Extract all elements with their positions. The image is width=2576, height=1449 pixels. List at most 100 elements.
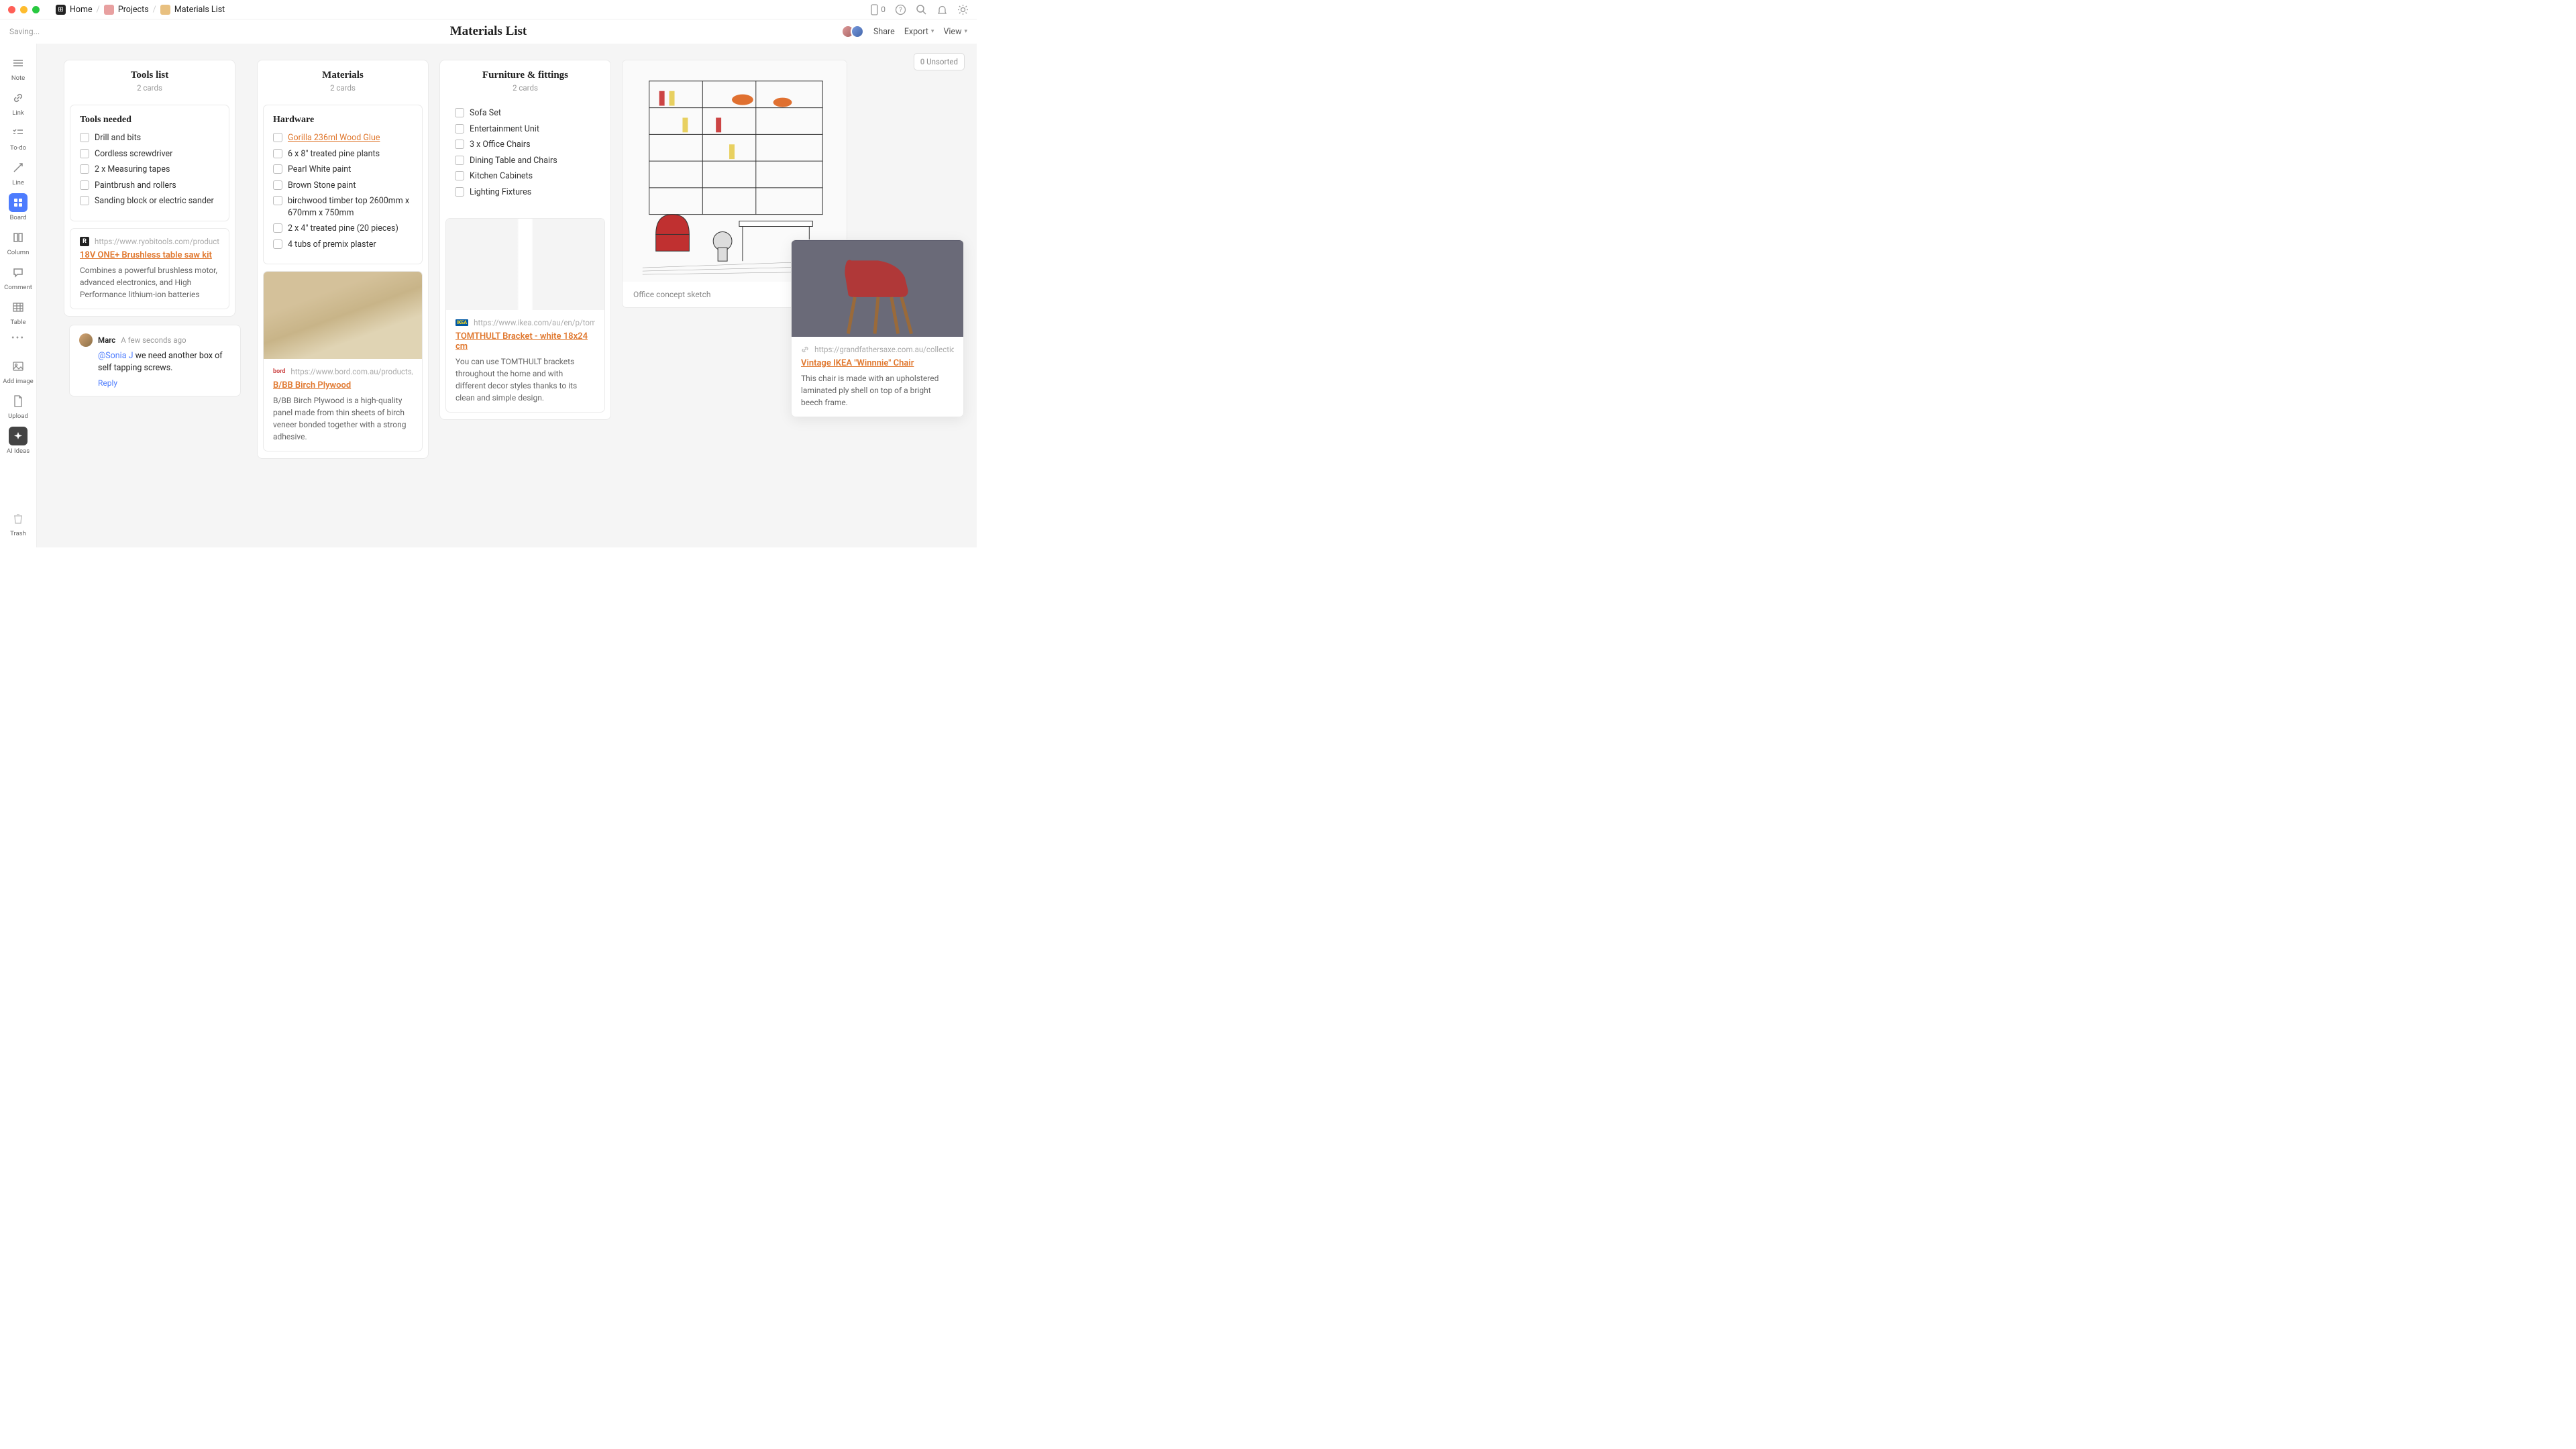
projects-icon — [104, 5, 114, 15]
link-title[interactable]: Vintage IKEA "Winnnie" Chair — [801, 358, 954, 368]
column-title: Materials — [264, 70, 421, 81]
todo-item[interactable]: 2 x Measuring tapes — [80, 164, 219, 176]
canvas[interactable]: 0 Unsorted Tools list2 cards Tools neede… — [37, 44, 977, 547]
link-title[interactable]: 18V ONE+ Brushless table saw kit — [80, 250, 219, 260]
checkbox[interactable] — [273, 196, 282, 205]
maximize-window[interactable] — [32, 6, 40, 13]
export-button[interactable]: Export▾ — [904, 27, 934, 37]
comment[interactable]: MarcA few seconds ago @Sonia J we need a… — [69, 325, 241, 397]
search-icon[interactable] — [916, 4, 927, 15]
checkbox[interactable] — [455, 171, 464, 180]
todo-item[interactable]: birchwood timber top 2600mm x 670mm x 75… — [273, 195, 413, 219]
checkbox[interactable] — [80, 149, 89, 158]
todo-item[interactable]: 2 x 4" treated pine (20 pieces) — [273, 223, 413, 235]
crumb-current[interactable]: Materials List — [174, 5, 225, 15]
checkbox[interactable] — [273, 164, 282, 174]
tool-more[interactable]: ••• — [0, 331, 36, 345]
crumb-home[interactable]: Home — [70, 5, 93, 15]
card-hardware[interactable]: Hardware Gorilla 236ml Wood Glue 6 x 8" … — [263, 105, 423, 264]
checkbox[interactable] — [80, 133, 89, 142]
todo-item[interactable]: Pearl White paint — [273, 164, 413, 176]
reply-button[interactable]: Reply — [98, 378, 231, 388]
avatar — [851, 25, 864, 38]
checkbox[interactable] — [273, 223, 282, 233]
todo-item[interactable]: 6 x 8" treated pine plants — [273, 148, 413, 160]
checkbox[interactable] — [80, 196, 89, 205]
help-icon[interactable]: ? — [895, 4, 906, 15]
chevron-down-icon: ▾ — [964, 28, 967, 35]
card-title: Tools needed — [80, 115, 219, 125]
titlebar: ⊞ Home / Projects / Materials List 0 ? — [0, 0, 977, 19]
todo-item[interactable]: Brown Stone paint — [273, 180, 413, 192]
column-furniture[interactable]: Furniture & fittings2 cards Sofa Set Ent… — [439, 60, 611, 420]
todo-item[interactable]: Lighting Fixtures — [455, 186, 596, 199]
minimize-window[interactable] — [20, 6, 28, 13]
view-button[interactable]: View▾ — [943, 27, 967, 37]
tool-ai-ideas[interactable]: AI Ideas — [0, 425, 36, 457]
todo-item[interactable]: Dining Table and Chairs — [455, 155, 596, 167]
tool-line[interactable]: Line — [0, 156, 36, 189]
checkbox[interactable] — [455, 140, 464, 149]
mobile-badge[interactable]: 0 — [870, 4, 885, 15]
phone-icon — [870, 4, 879, 15]
todo-item[interactable]: Kitchen Cabinets — [455, 170, 596, 182]
bell-icon[interactable] — [936, 4, 948, 15]
link-title[interactable]: B/BB Birch Plywood — [273, 380, 413, 390]
todo-item[interactable]: Sanding block or electric sander — [80, 195, 219, 207]
card-tools-needed[interactable]: Tools needed Drill and bits Cordless scr… — [70, 105, 229, 221]
todo-item[interactable]: 3 x Office Chairs — [455, 139, 596, 151]
tool-todo[interactable]: To-do — [0, 121, 36, 154]
checkbox[interactable] — [273, 180, 282, 190]
tool-trash[interactable]: Trash — [0, 507, 36, 539]
todo-item[interactable]: Gorilla 236ml Wood Glue — [273, 132, 413, 144]
link-card-plywood[interactable]: bordhttps://www.bord.com.au/products/bir… — [263, 271, 423, 451]
todo-item[interactable]: Paintbrush and rollers — [80, 180, 219, 192]
dots-icon: ••• — [11, 333, 25, 343]
product-image — [792, 240, 963, 337]
tool-column[interactable]: Column — [0, 226, 36, 258]
tool-note[interactable]: Note — [0, 52, 36, 84]
checkbox[interactable] — [273, 133, 282, 142]
close-window[interactable] — [8, 6, 15, 13]
gear-icon[interactable] — [957, 4, 969, 15]
todo-item[interactable]: Cordless screwdriver — [80, 148, 219, 160]
checkbox[interactable] — [455, 124, 464, 133]
todo-item[interactable]: Sofa Set — [455, 107, 596, 119]
page-title: Materials List — [450, 24, 527, 39]
tool-comment[interactable]: Comment — [0, 261, 36, 293]
todo-item[interactable]: Entertainment Unit — [455, 123, 596, 136]
share-button[interactable]: Share — [873, 27, 895, 37]
mention[interactable]: @Sonia J — [98, 351, 133, 361]
column-materials[interactable]: Materials2 cards Hardware Gorilla 236ml … — [257, 60, 429, 459]
tool-add-image[interactable]: Add image — [0, 355, 36, 387]
card-furniture-list[interactable]: Sofa Set Entertainment Unit 3 x Office C… — [445, 99, 605, 211]
column-tools[interactable]: Tools list2 cards Tools needed Drill and… — [64, 60, 235, 317]
checkbox[interactable] — [273, 149, 282, 158]
item-link[interactable]: Gorilla 236ml Wood Glue — [288, 133, 380, 143]
tool-table[interactable]: Table — [0, 296, 36, 328]
checkbox[interactable] — [455, 108, 464, 117]
floating-link-card-chair[interactable]: https://grandfathersaxe.com.au/collectio… — [791, 239, 964, 417]
link-url: https://www.ikea.com/au/en/p/tomthult-br — [474, 318, 595, 327]
link-title[interactable]: TOMTHULT Bracket - white 18x24 cm — [455, 331, 595, 352]
doc-icon — [160, 5, 170, 15]
checkbox[interactable] — [273, 239, 282, 249]
link-card-ikea[interactable]: IKEAhttps://www.ikea.com/au/en/p/tomthul… — [445, 218, 605, 413]
checkbox[interactable] — [455, 156, 464, 165]
link-card-ryobi[interactable]: Rhttps://www.ryobitools.com/products/det… — [70, 228, 229, 309]
checkbox[interactable] — [455, 187, 464, 197]
comment-body: @Sonia J we need another box of self tap… — [98, 350, 231, 376]
link-desc: Combines a powerful brushless motor, adv… — [80, 264, 219, 301]
collaborator-avatars[interactable] — [841, 25, 864, 38]
checkbox[interactable] — [80, 164, 89, 174]
crumb-projects[interactable]: Projects — [118, 5, 149, 15]
favicon: R — [80, 237, 89, 246]
todo-item[interactable]: 4 tubs of premix plaster — [273, 239, 413, 251]
tool-board[interactable]: Board — [0, 191, 36, 223]
tool-upload[interactable]: Upload — [0, 390, 36, 422]
unsorted-button[interactable]: 0 Unsorted — [914, 53, 965, 70]
checkbox[interactable] — [80, 180, 89, 190]
link-desc: You can use TOMTHULT brackets throughout… — [455, 356, 595, 404]
tool-link[interactable]: Link — [0, 87, 36, 119]
todo-item[interactable]: Drill and bits — [80, 132, 219, 144]
